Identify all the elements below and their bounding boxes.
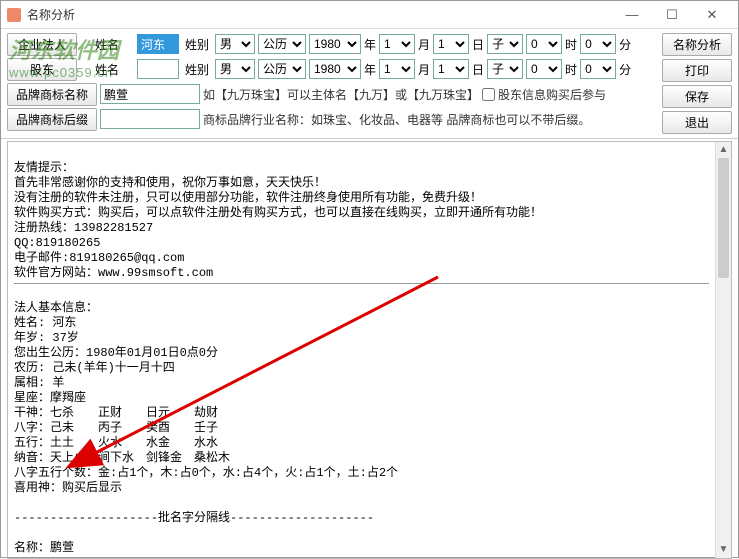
- gender-label: 姓别: [182, 36, 212, 53]
- year-select-2[interactable]: 1980: [309, 59, 361, 79]
- calendar-select-2[interactable]: 公历: [258, 59, 306, 79]
- brand-suffix-input[interactable]: [100, 109, 200, 129]
- scroll-up-icon[interactable]: ▲: [716, 142, 731, 158]
- scroll-thumb[interactable]: [718, 158, 729, 278]
- hour-branch-select-1[interactable]: 子: [487, 34, 523, 54]
- name-input-2[interactable]: [137, 59, 179, 79]
- minute-select-1[interactable]: 0: [580, 34, 616, 54]
- month-select-2[interactable]: 1: [379, 59, 415, 79]
- result-text-area[interactable]: 友情提示： 首先非常感谢你的支持和使用，祝你万事如意，天天快乐！ 没有注册的软件…: [8, 142, 715, 558]
- vertical-scrollbar[interactable]: ▲ ▼: [715, 142, 731, 558]
- brand-suffix-button[interactable]: 品牌商标后缀: [7, 108, 97, 131]
- month-unit: 月: [418, 36, 430, 53]
- brand-name-input[interactable]: [100, 84, 200, 104]
- save-button[interactable]: 保存: [662, 85, 732, 108]
- suffix-desc: 商标品牌行业名称：如珠宝、化妆品、电器等 品牌商标也可以不带后缀。: [203, 111, 590, 128]
- hour-select-2[interactable]: 0: [526, 59, 562, 79]
- shareholder-checkbox[interactable]: [482, 88, 495, 101]
- name-label: 姓名: [80, 36, 134, 53]
- exit-button[interactable]: 退出: [662, 111, 732, 134]
- year-unit: 年: [364, 36, 376, 53]
- day-unit: 日: [472, 36, 484, 53]
- gender-select-1[interactable]: 男: [215, 34, 255, 54]
- minute-unit: 分: [619, 36, 631, 53]
- month-select-1[interactable]: 1: [379, 34, 415, 54]
- scroll-down-icon[interactable]: ▼: [716, 542, 731, 558]
- shareholder-button[interactable]: 股东: [7, 58, 77, 81]
- analyze-button[interactable]: 名称分析: [662, 33, 732, 56]
- calendar-select-1[interactable]: 公历: [258, 34, 306, 54]
- hour-unit: 时: [565, 36, 577, 53]
- hour-select-1[interactable]: 0: [526, 34, 562, 54]
- app-icon: [7, 8, 21, 22]
- day-select-2[interactable]: 1: [433, 59, 469, 79]
- toolbar: 企业法人 姓名 姓别 男 公历 1980 年 1 月 1 日 子 0 时 0 分…: [1, 29, 738, 139]
- brand-desc: 如【九万珠宝】可以主体名【九万】或【九万珠宝】: [203, 86, 479, 103]
- shareholder-check-label: 股东信息购买后参与: [498, 86, 606, 103]
- maximize-button[interactable]: ☐: [652, 2, 692, 28]
- minimize-button[interactable]: —: [612, 2, 652, 28]
- close-button[interactable]: ✕: [692, 2, 732, 28]
- window-title: 名称分析: [27, 6, 612, 23]
- year-select-1[interactable]: 1980: [309, 34, 361, 54]
- minute-select-2[interactable]: 0: [580, 59, 616, 79]
- name-label-2: 姓名: [80, 61, 134, 78]
- day-select-1[interactable]: 1: [433, 34, 469, 54]
- print-button[interactable]: 打印: [662, 59, 732, 82]
- titlebar: 名称分析 — ☐ ✕: [1, 1, 738, 29]
- legal-person-button[interactable]: 企业法人: [7, 33, 77, 56]
- brand-name-button[interactable]: 品牌商标名称: [7, 83, 97, 106]
- gender-label-2: 姓别: [182, 61, 212, 78]
- hour-branch-select-2[interactable]: 子: [487, 59, 523, 79]
- name-input-1[interactable]: [137, 34, 179, 54]
- gender-select-2[interactable]: 男: [215, 59, 255, 79]
